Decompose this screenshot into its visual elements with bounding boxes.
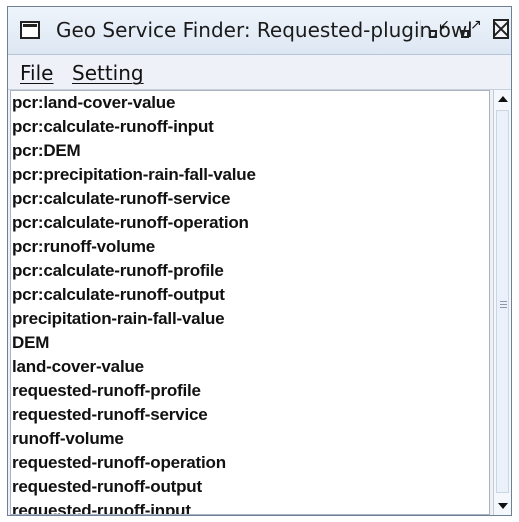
window-icon bbox=[20, 21, 40, 39]
vertical-scrollbar[interactable] bbox=[493, 90, 511, 515]
scroll-up-button[interactable] bbox=[494, 90, 511, 108]
scroll-down-button[interactable] bbox=[494, 497, 511, 515]
list-item[interactable]: land-cover-value bbox=[11, 355, 489, 379]
minimize-icon bbox=[429, 30, 437, 38]
list-item[interactable]: runoff-volume bbox=[11, 427, 489, 451]
scroll-grip-icon bbox=[500, 301, 507, 302]
minimize-arrow-icon: ↙ bbox=[438, 17, 450, 33]
list-item[interactable]: requested-runoff-operation bbox=[11, 451, 489, 475]
app-window: Geo Service Finder: Requested-plugin.owl… bbox=[7, 6, 512, 516]
menu-file[interactable]: File bbox=[20, 62, 53, 84]
service-list[interactable]: pcr:land-cover-value pcr:calculate-runof… bbox=[10, 90, 490, 515]
maximize-icon bbox=[461, 30, 469, 38]
title-separator bbox=[420, 20, 421, 40]
list-item[interactable]: DEM bbox=[11, 331, 489, 355]
window-title: Geo Service Finder: Requested-plugin.owl bbox=[56, 18, 473, 42]
list-item[interactable]: pcr:calculate-runoff-operation bbox=[11, 211, 489, 235]
list-item[interactable]: pcr:calculate-runoff-profile bbox=[11, 259, 489, 283]
list-item[interactable]: pcr:runoff-volume bbox=[11, 235, 489, 259]
list-item[interactable]: pcr:precipitation-rain-fall-value bbox=[11, 163, 489, 187]
list-item[interactable]: requested-runoff-input bbox=[11, 499, 489, 514]
title-bar[interactable]: Geo Service Finder: Requested-plugin.owl… bbox=[8, 7, 511, 55]
maximize-button[interactable]: ↗ bbox=[460, 18, 482, 40]
menu-bar: File Setting bbox=[8, 55, 511, 90]
close-button[interactable] bbox=[493, 19, 509, 39]
minimize-button[interactable]: ↙ bbox=[428, 18, 450, 40]
list-item[interactable]: requested-runoff-profile bbox=[11, 379, 489, 403]
list-item[interactable]: pcr:DEM bbox=[11, 139, 489, 163]
list-item[interactable]: pcr:calculate-runoff-input bbox=[11, 115, 489, 139]
list-item[interactable]: precipitation-rain-fall-value bbox=[11, 307, 489, 331]
list-item[interactable]: pcr:land-cover-value bbox=[11, 91, 489, 115]
list-item[interactable]: requested-runoff-output bbox=[11, 475, 489, 499]
menu-setting[interactable]: Setting bbox=[72, 62, 144, 84]
list-item[interactable]: pcr:calculate-runoff-output bbox=[11, 283, 489, 307]
scroll-thumb[interactable] bbox=[496, 110, 509, 493]
list-item[interactable]: pcr:calculate-runoff-service bbox=[11, 187, 489, 211]
maximize-arrow-icon: ↗ bbox=[470, 17, 482, 33]
list-item[interactable]: requested-runoff-service bbox=[11, 403, 489, 427]
